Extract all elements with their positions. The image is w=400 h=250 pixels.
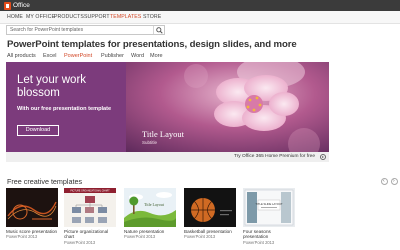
nav-item-templates[interactable]: TEMPLATES [110, 13, 141, 22]
arrow-circle-icon[interactable] [320, 154, 326, 160]
template-title: Four seasons presentation [243, 229, 271, 240]
slide-title: Title Layout [142, 129, 184, 139]
search-icon [155, 26, 163, 34]
template-app: PowerPoint 2013 [124, 234, 156, 240]
hero-banner: Let your work blossom With our free pres… [6, 62, 329, 152]
hero-promo-panel: Let your work blossom With our free pres… [6, 62, 126, 152]
template-app: PowerPoint 2013 [243, 239, 275, 245]
music-thumbnail-image [6, 188, 58, 227]
office-logo[interactable]: Office [4, 1, 30, 10]
chevron-right-icon: › [393, 178, 395, 184]
tab-word[interactable]: Word [131, 52, 144, 60]
hero-subtext: With our free presentation template [17, 106, 112, 112]
tab-more[interactable]: More [150, 52, 163, 60]
office-logo-text: Office [13, 2, 30, 9]
office-logo-icon [4, 1, 11, 10]
template-thumbnail: Title Layout [124, 188, 176, 227]
template-card[interactable]: PICTURE ORGANIZATIONAL CHART Picture org… [64, 188, 116, 245]
tab-publisher[interactable]: Publisher [101, 52, 124, 60]
hero-heading-line2: blossom [17, 87, 60, 99]
template-app: PowerPoint 2013 [6, 234, 38, 240]
template-card[interactable]: Music score presentation PowerPoint 2013 [6, 188, 58, 239]
template-carousel: Music score presentation PowerPoint 2013… [6, 188, 400, 250]
nature-title-text: Title Layout [144, 202, 165, 207]
template-card[interactable]: TITLE SLIDE LAYOUT Four seasons presenta… [243, 188, 295, 245]
nav-item-my-office[interactable]: MY OFFICE [26, 13, 55, 22]
template-thumbnail [184, 188, 236, 227]
section-title: Free creative templates [7, 177, 83, 186]
template-app: PowerPoint 2013 [64, 239, 96, 245]
search-box[interactable]: Search for PowerPoint templates [6, 25, 165, 35]
search-input[interactable]: Search for PowerPoint templates [10, 27, 83, 34]
nav-item-store[interactable]: STORE [143, 13, 161, 22]
search-button[interactable] [153, 26, 164, 34]
hero-heading-line1: Let your work [17, 74, 87, 86]
seasons-thumbnail-image: TITLE SLIDE LAYOUT [243, 188, 295, 227]
tab-all-products[interactable]: All products [7, 52, 36, 60]
nav-item-support[interactable]: SUPPORT [84, 13, 110, 22]
nav-item-products[interactable]: PRODUCTS [54, 13, 84, 22]
slide-subtitle: Subtitle [142, 140, 158, 145]
template-thumbnail: PICTURE ORGANIZATIONAL CHART [64, 188, 116, 227]
page-title: PowerPoint templates for presentations, … [7, 39, 297, 50]
top-bar: Office [0, 0, 400, 11]
hero-slide-preview[interactable]: Title Layout Subtitle [126, 62, 329, 152]
template-app: PowerPoint 2013 [184, 234, 216, 240]
template-thumbnail: TITLE SLIDE LAYOUT [243, 188, 295, 227]
product-tabs: All products Excel PowerPoint Publisher … [0, 52, 400, 62]
org-chart-thumbnail-image: PICTURE ORGANIZATIONAL CHART [64, 188, 116, 227]
hero-heading: Let your work blossom [17, 74, 86, 100]
template-thumbnail [6, 188, 58, 227]
nav-item-home[interactable]: HOME [7, 13, 23, 22]
tab-excel[interactable]: Excel [43, 52, 56, 60]
main-nav: HOME MY OFFICE PRODUCTS SUPPORT TEMPLATE… [0, 11, 400, 24]
carousel-next-button[interactable]: › [391, 178, 398, 185]
seasons-title-text: TITLE SLIDE LAYOUT [255, 202, 282, 206]
premium-link[interactable]: Try Office 365 Home Premium for free [234, 153, 315, 161]
download-button[interactable]: Download [17, 125, 59, 136]
chevron-left-icon: ‹ [383, 178, 385, 184]
carousel-prev-button[interactable]: ‹ [381, 178, 388, 185]
basketball-thumbnail-image [184, 188, 236, 227]
org-chart-header-text: PICTURE ORGANIZATIONAL CHART [70, 190, 110, 193]
nature-thumbnail-image: Title Layout [124, 188, 176, 227]
template-card[interactable]: Title Layout Nature presentation PowerPo… [124, 188, 176, 239]
premium-bar[interactable]: Try Office 365 Home Premium for free [6, 152, 329, 162]
template-title: Picture organizational chart [64, 229, 109, 240]
tab-powerpoint[interactable]: PowerPoint [64, 52, 92, 60]
template-card[interactable]: Basketball presentation PowerPoint 2013 [184, 188, 236, 239]
